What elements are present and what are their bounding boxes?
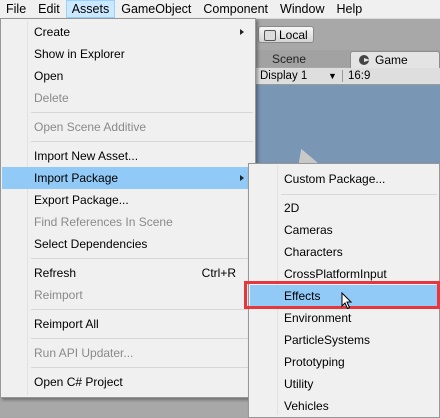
local-button-label: Local — [279, 28, 308, 42]
menu-item-label: Find References In Scene — [34, 215, 173, 229]
menu-item-label: Refresh — [34, 266, 77, 280]
submenu-item-2d[interactable]: 2D — [250, 197, 438, 219]
submenu-item-characters[interactable]: Characters — [250, 241, 438, 263]
menubar: File Edit Assets GameObject Component Wi… — [0, 0, 440, 19]
menu-item-label: Cameras — [284, 223, 333, 237]
tab-game-label: Game — [375, 53, 408, 67]
menu-item-delete[interactable]: Delete — [2, 87, 254, 109]
submenu-item-prototyping[interactable]: Prototyping — [250, 351, 438, 373]
menu-item-create[interactable]: Create — [2, 21, 254, 43]
menu-item-label: Export Package... — [34, 193, 129, 207]
menu-item-label: Vehicles — [284, 399, 329, 413]
menu-item-label: Environment — [284, 311, 352, 325]
menu-file[interactable]: File — [0, 0, 32, 18]
submenu-item-environment[interactable]: Environment — [250, 307, 438, 329]
pivot-icon — [264, 30, 276, 41]
menu-item-label: Import New Asset... — [34, 149, 139, 163]
submenu-item-utility[interactable]: Utility — [250, 373, 438, 395]
menu-item-find-references[interactable]: Find References In Scene — [2, 211, 254, 233]
tab-scene-label: Scene — [272, 52, 307, 66]
submenu-item-particlesystems[interactable]: ParticleSystems — [250, 329, 438, 351]
menu-item-export-package[interactable]: Export Package... — [2, 189, 254, 211]
menu-separator — [281, 194, 437, 195]
menu-item-refresh[interactable]: Refresh Ctrl+R — [2, 262, 254, 284]
menu-item-label: Open — [34, 69, 64, 83]
menu-item-label: Create — [34, 25, 71, 39]
chevron-right-icon — [240, 29, 244, 35]
display-dropdown[interactable]: Display 1 — [260, 68, 307, 84]
menu-help[interactable]: Help — [330, 0, 368, 18]
menu-edit[interactable]: Edit — [32, 0, 66, 18]
menu-separator — [31, 309, 253, 310]
menu-item-import-package[interactable]: Import Package — [2, 167, 254, 189]
menu-window[interactable]: Window — [274, 0, 330, 18]
menu-item-label: 2D — [284, 201, 300, 215]
menu-separator — [31, 112, 253, 113]
menu-item-label: Select Dependencies — [34, 237, 148, 251]
menu-item-reimport-all[interactable]: Reimport All — [2, 313, 254, 335]
menu-item-reimport[interactable]: Reimport — [2, 284, 254, 306]
menu-separator — [31, 338, 253, 339]
menu-gameobject[interactable]: GameObject — [115, 0, 197, 18]
aspect-dropdown[interactable]: 16:9 — [348, 68, 370, 84]
menu-item-label: Utility — [284, 377, 314, 391]
chevron-right-icon — [240, 175, 244, 181]
menu-item-run-api-updater[interactable]: Run API Updater... — [2, 342, 254, 364]
menu-component[interactable]: Component — [197, 0, 274, 18]
assets-menu: Create Show in Explorer Open Delete Open… — [0, 18, 256, 398]
toolbar-divider — [342, 70, 343, 82]
game-icon — [359, 55, 370, 65]
menu-item-label: Reimport — [34, 288, 83, 302]
menu-item-shortcut: Ctrl+R — [201, 266, 236, 280]
menu-item-open-csharp-project[interactable]: Open C# Project — [2, 371, 254, 393]
menu-item-select-dependencies[interactable]: Select Dependencies — [2, 233, 254, 255]
menu-item-label: Reimport All — [34, 317, 99, 331]
menu-item-label: CrossPlatformInput — [284, 267, 387, 281]
menu-item-label: Custom Package... — [284, 172, 386, 186]
menu-item-label: Run API Updater... — [34, 346, 134, 360]
menu-item-label: Delete — [34, 91, 69, 105]
tab-game[interactable]: Game — [350, 51, 440, 68]
game-toolbar: Display 1 ▼ 16:9 — [256, 68, 440, 85]
menu-separator — [31, 367, 253, 368]
local-toggle-button[interactable]: Local — [258, 26, 314, 43]
menu-item-label: Import Package — [34, 171, 119, 185]
menu-assets[interactable]: Assets — [65, 0, 116, 18]
menu-item-import-new-asset[interactable]: Import New Asset... — [2, 145, 254, 167]
menu-item-show-in-explorer[interactable]: Show in Explorer — [2, 43, 254, 65]
menu-item-open[interactable]: Open — [2, 65, 254, 87]
submenu-item-cameras[interactable]: Cameras — [250, 219, 438, 241]
tab-scene[interactable]: Scene — [258, 51, 348, 68]
mouse-cursor-icon — [341, 292, 353, 310]
menu-separator — [31, 141, 253, 142]
menu-separator — [31, 258, 253, 259]
menu-item-label: Open C# Project — [34, 375, 123, 389]
submenu-item-custom-package[interactable]: Custom Package... — [250, 168, 438, 190]
menu-item-label: Prototyping — [284, 355, 345, 369]
submenu-item-vehicles[interactable]: Vehicles — [250, 395, 438, 417]
menu-item-open-scene-additive[interactable]: Open Scene Additive — [2, 116, 254, 138]
menu-item-label: Characters — [284, 245, 343, 259]
menu-item-label: Open Scene Additive — [34, 120, 147, 134]
menu-item-label: ParticleSystems — [284, 333, 371, 347]
menu-item-label: Show in Explorer — [34, 47, 125, 61]
chevron-down-icon: ▼ — [328, 71, 337, 81]
